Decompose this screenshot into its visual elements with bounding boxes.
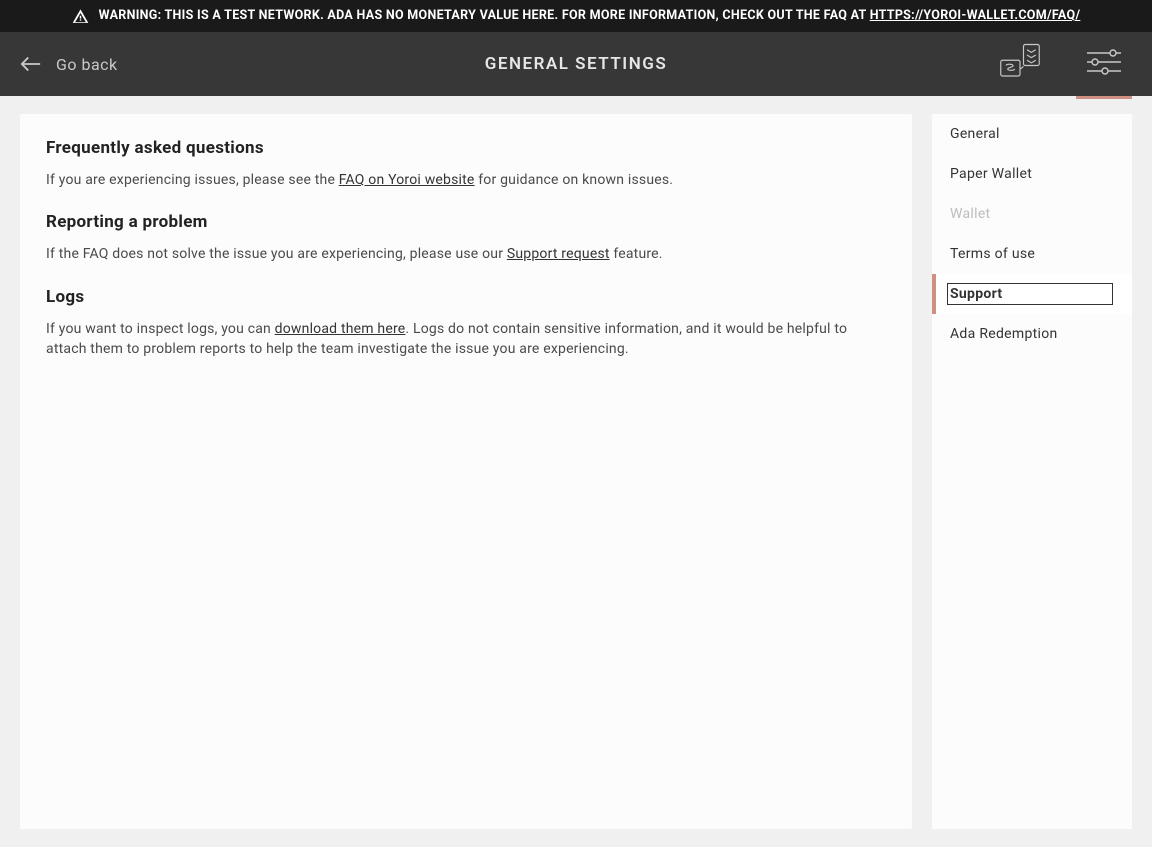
go-back-button[interactable]: Go back <box>20 55 118 74</box>
topbar-actions <box>992 32 1132 96</box>
warning-faq-link[interactable]: HTTPS://YOROI-WALLET.COM/FAQ/ <box>870 8 1081 23</box>
sidebar-item-label: Terms of use <box>950 246 1035 262</box>
arrow-left-icon <box>20 56 42 72</box>
download-logs-link[interactable]: download them here <box>275 321 406 337</box>
sidebar-item-label: Ada Redemption <box>950 326 1058 342</box>
test-network-warning-banner: WARNING: THIS IS A TEST NETWORK. ADA HAS… <box>0 0 1152 32</box>
report-heading: Reporting a problem <box>46 212 886 232</box>
report-paragraph: If the FAQ does not solve the issue you … <box>46 244 886 264</box>
settings-button[interactable] <box>1076 32 1132 96</box>
sidebar-item-label: Paper Wallet <box>950 166 1032 182</box>
logs-text-before: If you want to inspect logs, you can <box>46 321 275 337</box>
page-title: GENERAL SETTINGS <box>485 54 667 74</box>
sidebar-item-support[interactable]: Support <box>932 274 1132 314</box>
sidebar-item-paper-wallet[interactable]: Paper Wallet <box>932 154 1132 194</box>
go-back-label: Go back <box>56 55 118 74</box>
faq-website-link[interactable]: FAQ on Yoroi website <box>339 172 475 188</box>
faq-text-before: If you are experiencing issues, please s… <box>46 172 339 188</box>
wallets-button[interactable] <box>992 32 1048 96</box>
sidebar-item-wallet: Wallet <box>932 194 1132 234</box>
support-request-link[interactable]: Support request <box>507 246 610 262</box>
faq-heading: Frequently asked questions <box>46 138 886 158</box>
warning-text: WARNING: THIS IS A TEST NETWORK. ADA HAS… <box>99 6 1081 26</box>
sidebar-item-general[interactable]: General <box>932 114 1132 154</box>
faq-text-after: for guidance on known issues. <box>475 172 674 188</box>
logs-heading: Logs <box>46 287 886 307</box>
logs-paragraph: If you want to inspect logs, you can dow… <box>46 319 886 360</box>
settings-sliders-icon <box>1087 49 1121 79</box>
topbar: Go back GENERAL SETTINGS <box>0 32 1152 96</box>
sidebar-item-label: Wallet <box>950 206 990 222</box>
sidebar-item-ada-redemption[interactable]: Ada Redemption <box>932 314 1132 354</box>
main-layout: Frequently asked questions If you are ex… <box>0 96 1152 829</box>
warning-icon <box>72 8 89 25</box>
faq-paragraph: If you are experiencing issues, please s… <box>46 170 886 190</box>
sidebar-item-terms-of-use[interactable]: Terms of use <box>932 234 1132 274</box>
wallets-icon <box>999 42 1041 86</box>
sidebar-item-label: Support <box>950 286 1110 302</box>
report-text-after: feature. <box>610 246 663 262</box>
warning-text-static: WARNING: THIS IS A TEST NETWORK. ADA HAS… <box>99 8 870 23</box>
support-content: Frequently asked questions If you are ex… <box>20 114 912 829</box>
sidebar-item-label: General <box>950 126 1000 142</box>
report-text-before: If the FAQ does not solve the issue you … <box>46 246 507 262</box>
settings-side-nav: General Paper Wallet Wallet Terms of use… <box>932 114 1132 829</box>
